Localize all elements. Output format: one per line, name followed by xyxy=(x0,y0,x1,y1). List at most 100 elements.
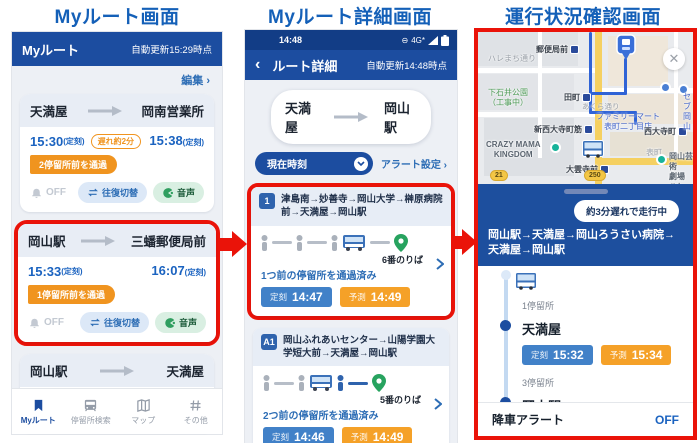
destination-stop: 三蟠郵便局前 xyxy=(131,231,206,250)
alarm-toggle[interactable]: OFF xyxy=(28,316,64,329)
bus-icon xyxy=(83,398,98,413)
stop-name: 岡山駅 xyxy=(522,399,561,402)
arrival-time: 15:38 xyxy=(149,133,182,148)
stop-icon xyxy=(298,375,305,391)
arrival-suffix: (定刻) xyxy=(185,268,206,277)
times-row: 15:30(定刻) 遅れ約2分 15:38(定刻) xyxy=(20,127,214,152)
speaker-icon xyxy=(164,317,176,329)
progress-diagram: 5番のりば xyxy=(253,366,449,393)
route-card-head: 岡山駅 三蟠郵便局前 xyxy=(18,224,216,257)
map-street xyxy=(478,68,595,73)
swap-label: 往復切替 xyxy=(104,316,140,329)
auto-update-timestamp: 自動更新15:29時点 xyxy=(131,42,212,56)
busstop-icon xyxy=(582,93,591,102)
destination-stop: 岡山駅 xyxy=(384,98,417,136)
voice-label: 音声 xyxy=(177,186,195,199)
poi-theater: 岡山芸術 劇場 ハレ xyxy=(669,152,693,184)
alarm-toggle[interactable]: OFF xyxy=(30,186,66,199)
chevron-right-icon[interactable] xyxy=(436,258,444,270)
route-head: 1 津島南→妙善寺→岡山大学→榊原病院前→天満屋→岡山駅 xyxy=(251,187,451,226)
voice-button[interactable]: 音声 xyxy=(153,182,204,203)
highlight-box-route1: 1 津島南→妙善寺→岡山大学→榊原病院前→天満屋→岡山駅 6番のりば xyxy=(247,183,455,320)
departure-time: 15:30 xyxy=(30,134,63,149)
myroute-screen: Myルート 自動更新15:29時点 編集 › 天満屋 岡南営業所 15:30(定… xyxy=(12,32,222,434)
route-option-2[interactable]: A1 岡山ふれあいセンター→山陽学園大学短大前→天満屋→岡山駅 5番のりば 2つ… xyxy=(253,328,449,443)
screen-title-detail: Myルート詳細画面 xyxy=(240,2,460,29)
route-number-badge: A1 xyxy=(261,334,277,350)
nav-map[interactable]: マップ xyxy=(117,389,170,434)
nav-myroute[interactable]: Myルート xyxy=(12,389,65,434)
edit-link[interactable]: 編集 › xyxy=(20,70,214,94)
route-card-1[interactable]: 天満屋 岡南営業所 15:30(定刻) 遅れ約2分 15:38(定刻) 2停留所… xyxy=(20,94,214,212)
close-button[interactable]: ✕ xyxy=(663,48,685,70)
destination-pin-icon xyxy=(394,234,408,252)
map-icon xyxy=(136,398,151,413)
stop-icon-passed xyxy=(337,375,344,391)
alight-alert-label: 降車アラート xyxy=(492,411,564,428)
time-mode-dropdown[interactable]: 現在時刻 xyxy=(255,152,373,175)
stop-icon xyxy=(261,235,268,251)
platform-label: 5番のりば xyxy=(380,393,421,406)
predicted-time-badge: 予測14:49 xyxy=(342,427,413,443)
arrival-time: 16:07 xyxy=(151,263,184,278)
bus-icon xyxy=(514,272,538,290)
highlight-box-card2: 岡山駅 三蟠郵便局前 15:33(定刻) 16:07(定刻) 1停留所前を通過 … xyxy=(14,220,220,346)
route-option-1[interactable]: 1 津島南→妙善寺→岡山大学→榊原病院前→天満屋→岡山駅 6番のりば xyxy=(251,187,451,316)
route-path: 岡山駅→天満屋→岡山ろうさい病院→天満屋→岡山駅 xyxy=(488,228,683,259)
status-icons: ⊖ 4G* xyxy=(402,35,450,46)
bookmark-icon xyxy=(31,398,46,413)
busstop-icon xyxy=(570,45,579,54)
alarm-off-label: OFF xyxy=(46,187,66,198)
flow-arrow-icon xyxy=(218,231,247,257)
origin-stop: 岡山駅 xyxy=(30,361,68,380)
scheduled-time-badge: 定刻14:46 xyxy=(263,427,334,443)
vehicle-pin-icon xyxy=(616,34,636,61)
progress-badge: 1停留所前を通過 xyxy=(28,285,115,304)
nav-label: 停留所検索 xyxy=(71,415,111,426)
nav-label: マップ xyxy=(131,415,155,426)
destination-pin-icon xyxy=(372,374,386,392)
stop-row: 天満屋 xyxy=(522,319,681,338)
busstop-saidaijicho: 西大寺町 xyxy=(644,126,687,137)
route-card-2[interactable]: 岡山駅 三蟠郵便局前 15:33(定刻) 16:07(定刻) 1停留所前を通過 … xyxy=(18,224,216,342)
app-header: Myルート 自動更新15:29時点 xyxy=(12,32,222,66)
park-label: 下石井公園 （工事中） xyxy=(488,88,528,108)
direction-swap-button[interactable]: 往復切替 xyxy=(80,312,149,333)
operation-status-screen: ハレまち通り 郵便局前 下石井公園 （工事中） 田町 あくら通り ファミリーマー… xyxy=(474,28,697,440)
predicted-time-badge: 予測14:49 xyxy=(340,287,411,307)
timeline-start-dot xyxy=(501,270,511,280)
status-bar: 14:48 ⊖ 4G* xyxy=(245,30,457,50)
origin-stop: 天満屋 xyxy=(30,101,68,120)
back-button[interactable]: ‹ xyxy=(255,57,260,73)
direction-arrow-icon xyxy=(100,366,134,376)
swap-label: 往復切替 xyxy=(102,186,138,199)
header-title: ルート詳細 xyxy=(272,56,337,75)
chevron-right-icon[interactable] xyxy=(434,398,442,410)
voice-button[interactable]: 音声 xyxy=(155,312,206,333)
route-card-head: 岡山駅 天満屋 xyxy=(20,354,214,387)
clock: 14:48 xyxy=(279,35,302,45)
nav-stop-search[interactable]: 停留所検索 xyxy=(65,389,118,434)
alight-alert-toggle[interactable]: OFF xyxy=(655,413,679,427)
direction-arrow-icon xyxy=(81,236,115,246)
busstop-shinsaidaiji: 新西大寺町筋 xyxy=(534,124,593,135)
origin-stop: 天満屋 xyxy=(285,98,318,136)
app-header: ‹ ルート詳細 自動更新14:48時点 xyxy=(245,50,457,80)
drag-handle[interactable] xyxy=(564,189,608,194)
map[interactable]: ハレまち通り 郵便局前 下石井公園 （工事中） 田町 あくら通り ファミリーマー… xyxy=(478,32,693,184)
direction-arrow-icon xyxy=(88,106,122,116)
header-title: Myルート xyxy=(22,40,79,59)
stop-dot-icon xyxy=(500,320,511,331)
poi-crazymama: CRAZY MAMA KINGDOM xyxy=(486,140,541,160)
poi-pin-icon xyxy=(656,154,667,165)
time-badges: 定刻14:47 予測14:49 xyxy=(251,287,451,316)
scheduled-time-badge: 定刻14:47 xyxy=(261,287,332,307)
screen-title-status: 運行状況確認画面 xyxy=(468,2,698,29)
nav-other[interactable]: その他 xyxy=(170,389,223,434)
route-number-badge: 1 xyxy=(259,193,275,209)
direction-swap-button[interactable]: 往復切替 xyxy=(78,182,147,203)
alert-settings-link[interactable]: アラート設定 › xyxy=(381,156,447,171)
road-shield: 21 xyxy=(490,170,508,181)
street-label: ハレまち通り xyxy=(488,54,536,64)
card-actions: OFF 往復切替 音声 xyxy=(18,306,216,342)
